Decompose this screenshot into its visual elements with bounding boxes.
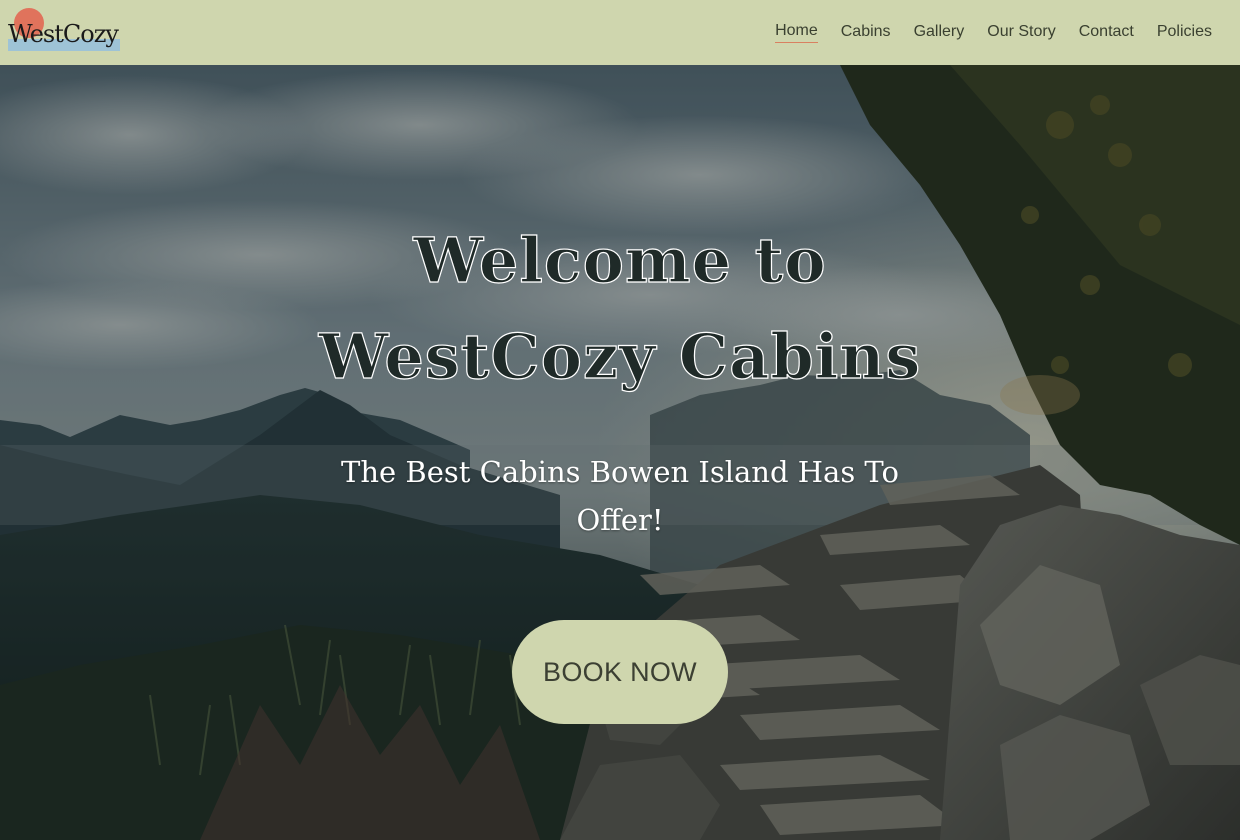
nav-item-policies[interactable]: Policies — [1157, 23, 1212, 43]
hero-title-line-1: Welcome to — [413, 223, 827, 297]
nav-item-home[interactable]: Home — [775, 22, 818, 43]
hero-title: Welcome to WestCozy Cabins — [220, 213, 1020, 405]
book-now-button[interactable]: BOOK NOW — [512, 620, 728, 724]
logo[interactable]: WestCozy — [8, 8, 122, 52]
nav-item-gallery[interactable]: Gallery — [914, 23, 965, 43]
hero-section: Welcome to WestCozy Cabins The Best Cabi… — [0, 65, 1240, 840]
main-nav: Home Cabins Gallery Our Story Contact Po… — [752, 0, 1212, 65]
hero-title-line-2: WestCozy Cabins — [318, 319, 922, 393]
site-header: WestCozy Home Cabins Gallery Our Story C… — [0, 0, 1240, 65]
nav-item-our-story[interactable]: Our Story — [987, 23, 1055, 43]
hero-subtitle: The Best Cabins Bowen Island Has To Offe… — [341, 455, 899, 537]
nav-item-contact[interactable]: Contact — [1079, 23, 1134, 43]
logo-text: WestCozy — [8, 20, 119, 48]
nav-item-cabins[interactable]: Cabins — [841, 23, 891, 43]
page: WestCozy Home Cabins Gallery Our Story C… — [0, 0, 1240, 840]
